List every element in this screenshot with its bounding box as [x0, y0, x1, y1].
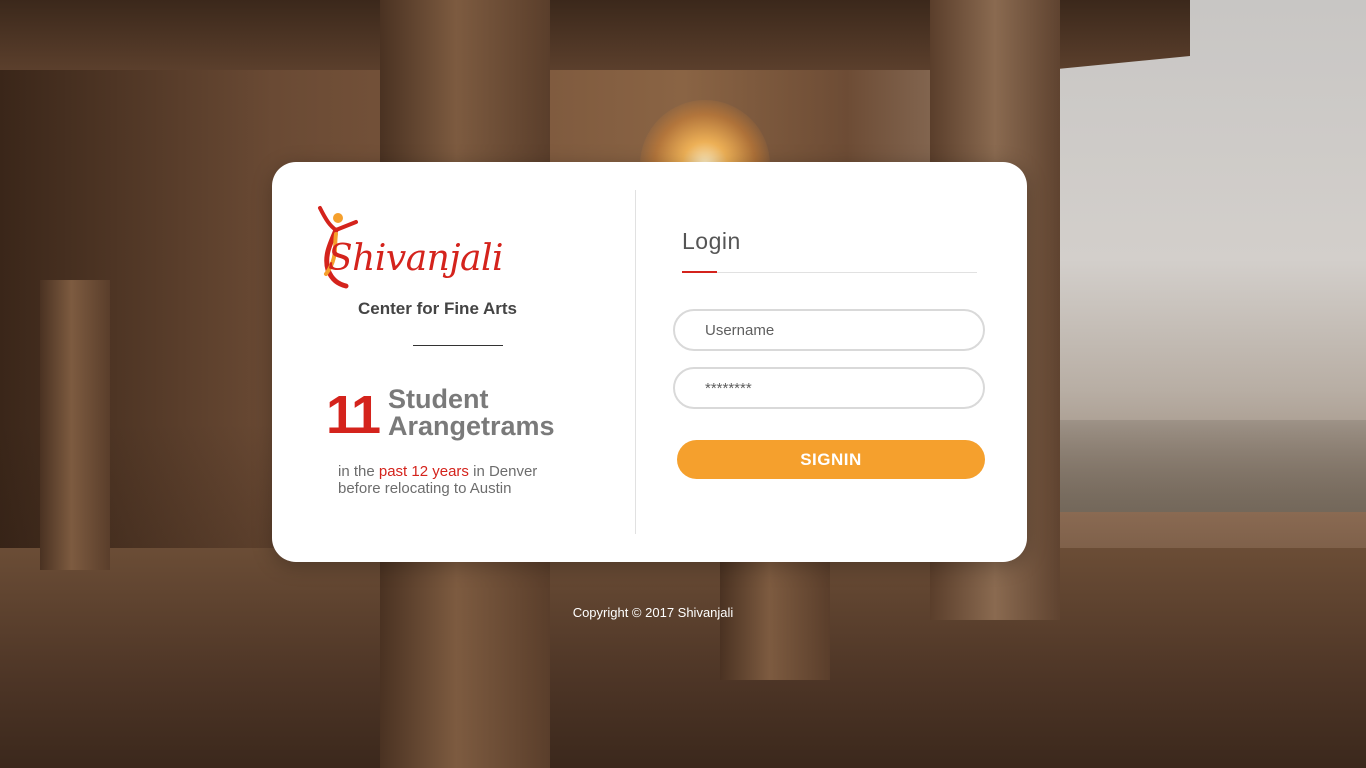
login-title: Login	[682, 228, 741, 254]
title-accent	[682, 271, 717, 273]
signin-button[interactable]: SIGNIN	[677, 440, 985, 479]
username-input[interactable]	[673, 309, 985, 351]
stat-label: Student Arangetrams	[388, 384, 555, 441]
stat-number: 11	[326, 385, 381, 445]
brand-name: Shivanjali	[328, 238, 504, 279]
background-pillar	[40, 280, 110, 570]
brand-logo: Shivanjali	[316, 200, 556, 300]
login-card: Shivanjali Center for Fine Arts 11 Stude…	[272, 162, 1027, 562]
title-underline	[682, 272, 977, 273]
background-floor	[0, 548, 1366, 768]
password-input[interactable]	[673, 367, 985, 409]
desc-prefix: in the	[338, 463, 379, 480]
desc-highlight: past 12 years	[378, 463, 469, 480]
divider	[413, 345, 503, 346]
stat-description: in the past 12 years in Denver before re…	[338, 463, 568, 497]
vertical-divider	[635, 190, 636, 534]
brand-tagline: Center for Fine Arts	[358, 299, 518, 318]
copyright-text: Copyright © 2017 Shivanjali	[572, 605, 734, 620]
